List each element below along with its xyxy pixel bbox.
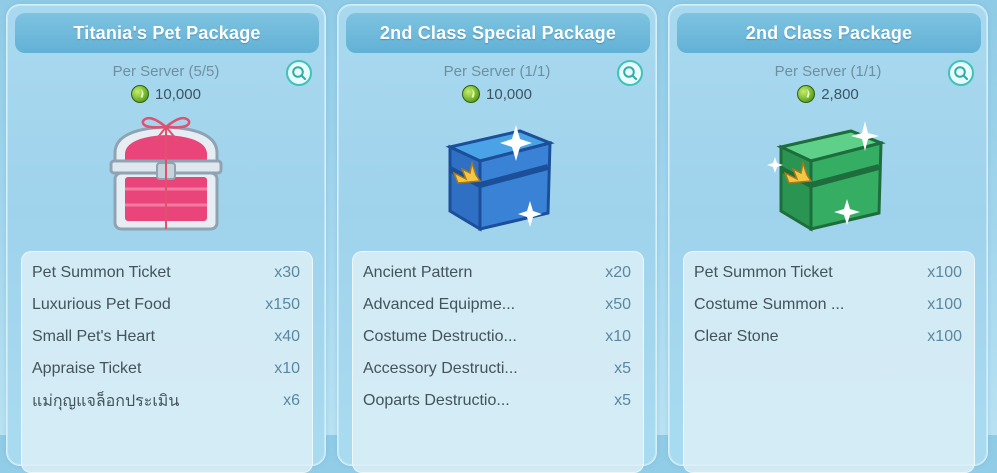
item-name: Clear Stone (694, 328, 779, 345)
purchase-limit: Per Server (5/5) (112, 63, 220, 80)
package-card-2nd-class-special[interactable]: 2nd Class Special Package Per Server (1/… (337, 4, 657, 473)
item-name: Costume Summon ... (694, 296, 845, 313)
item-name: Ancient Pattern (363, 264, 473, 281)
list-item: Pet Summon Ticket x100 (694, 258, 962, 288)
list-item: Clear Stone x100 (694, 322, 962, 352)
price-value: 10,000 (155, 85, 201, 103)
item-qty: x100 (927, 264, 962, 281)
list-item: Accessory Destructi... x5 (363, 354, 631, 384)
price-value: 10,000 (486, 85, 532, 103)
package-card-2nd-class[interactable]: 2nd Class Package Per Server (1/1) 2,800… (668, 4, 988, 473)
zoom-button[interactable] (286, 60, 312, 86)
zoom-button[interactable] (617, 60, 643, 86)
list-item: Luxurious Pet Food x150 (32, 290, 300, 320)
list-item: Small Pet's Heart x40 (32, 322, 300, 352)
list-item: Costume Destructio... x10 (363, 322, 631, 352)
green-leaf-coin-icon (462, 85, 481, 103)
item-qty: x100 (927, 296, 962, 313)
price: 2,800 (669, 85, 987, 103)
item-name: Pet Summon Ticket (32, 264, 171, 281)
list-item: Pet Summon Ticket x30 (32, 258, 300, 288)
item-list: Pet Summon Ticket x30 Luxurious Pet Food… (21, 251, 313, 473)
item-qty: x10 (605, 328, 631, 345)
item-name: Advanced Equipme... (363, 296, 516, 313)
card-title: 2nd Class Package (677, 13, 981, 53)
item-name: Costume Destructio... (363, 328, 517, 345)
list-item: Ancient Pattern x20 (363, 258, 631, 288)
price: 10,000 (338, 85, 656, 103)
item-qty: x100 (927, 328, 962, 345)
item-name: Ooparts Destructio... (363, 392, 510, 409)
list-item: Advanced Equipme... x50 (363, 290, 631, 320)
item-name: Small Pet's Heart (32, 328, 156, 345)
green-crown-box-icon (767, 121, 886, 232)
package-card-titania-pet[interactable]: Titania's Pet Package Per Server (5/5) 1… (6, 4, 326, 473)
card-title: 2nd Class Special Package (346, 13, 650, 53)
magnifier-icon (292, 66, 307, 81)
item-qty: x5 (614, 392, 631, 409)
card-title: Titania's Pet Package (15, 13, 319, 53)
item-qty: x10 (274, 360, 300, 377)
item-list: Pet Summon Ticket x100 Costume Summon ..… (683, 251, 975, 473)
list-item: Costume Summon ... x100 (694, 290, 962, 320)
price-value: 2,800 (821, 85, 859, 103)
list-item: แม่กุญแจล็อกประเมิน x6 (32, 386, 300, 416)
green-leaf-coin-icon (131, 85, 150, 103)
zoom-button[interactable] (948, 60, 974, 86)
magnifier-icon (623, 66, 638, 81)
item-qty: x150 (265, 296, 300, 313)
item-qty: x5 (614, 360, 631, 377)
item-list: Ancient Pattern x20 Advanced Equipme... … (352, 251, 644, 473)
item-name: Accessory Destructi... (363, 360, 518, 377)
green-leaf-coin-icon (797, 85, 816, 103)
item-name: Appraise Ticket (32, 360, 142, 377)
list-item: Ooparts Destructio... x5 (363, 386, 631, 416)
item-name: Luxurious Pet Food (32, 296, 171, 313)
purchase-limit: Per Server (1/1) (774, 63, 882, 80)
price: 10,000 (7, 85, 325, 103)
item-qty: x6 (283, 392, 300, 409)
item-name: แม่กุญแจล็อกประเมิน (32, 392, 180, 410)
pink-gift-chest-icon (109, 116, 223, 231)
item-qty: x30 (274, 264, 300, 281)
purchase-limit: Per Server (1/1) (443, 63, 551, 80)
item-qty: x40 (274, 328, 300, 345)
item-qty: x20 (605, 264, 631, 281)
item-name: Pet Summon Ticket (694, 264, 833, 281)
blue-crown-box-icon (445, 125, 555, 232)
item-qty: x50 (605, 296, 631, 313)
magnifier-icon (954, 66, 969, 81)
list-item: Appraise Ticket x10 (32, 354, 300, 384)
